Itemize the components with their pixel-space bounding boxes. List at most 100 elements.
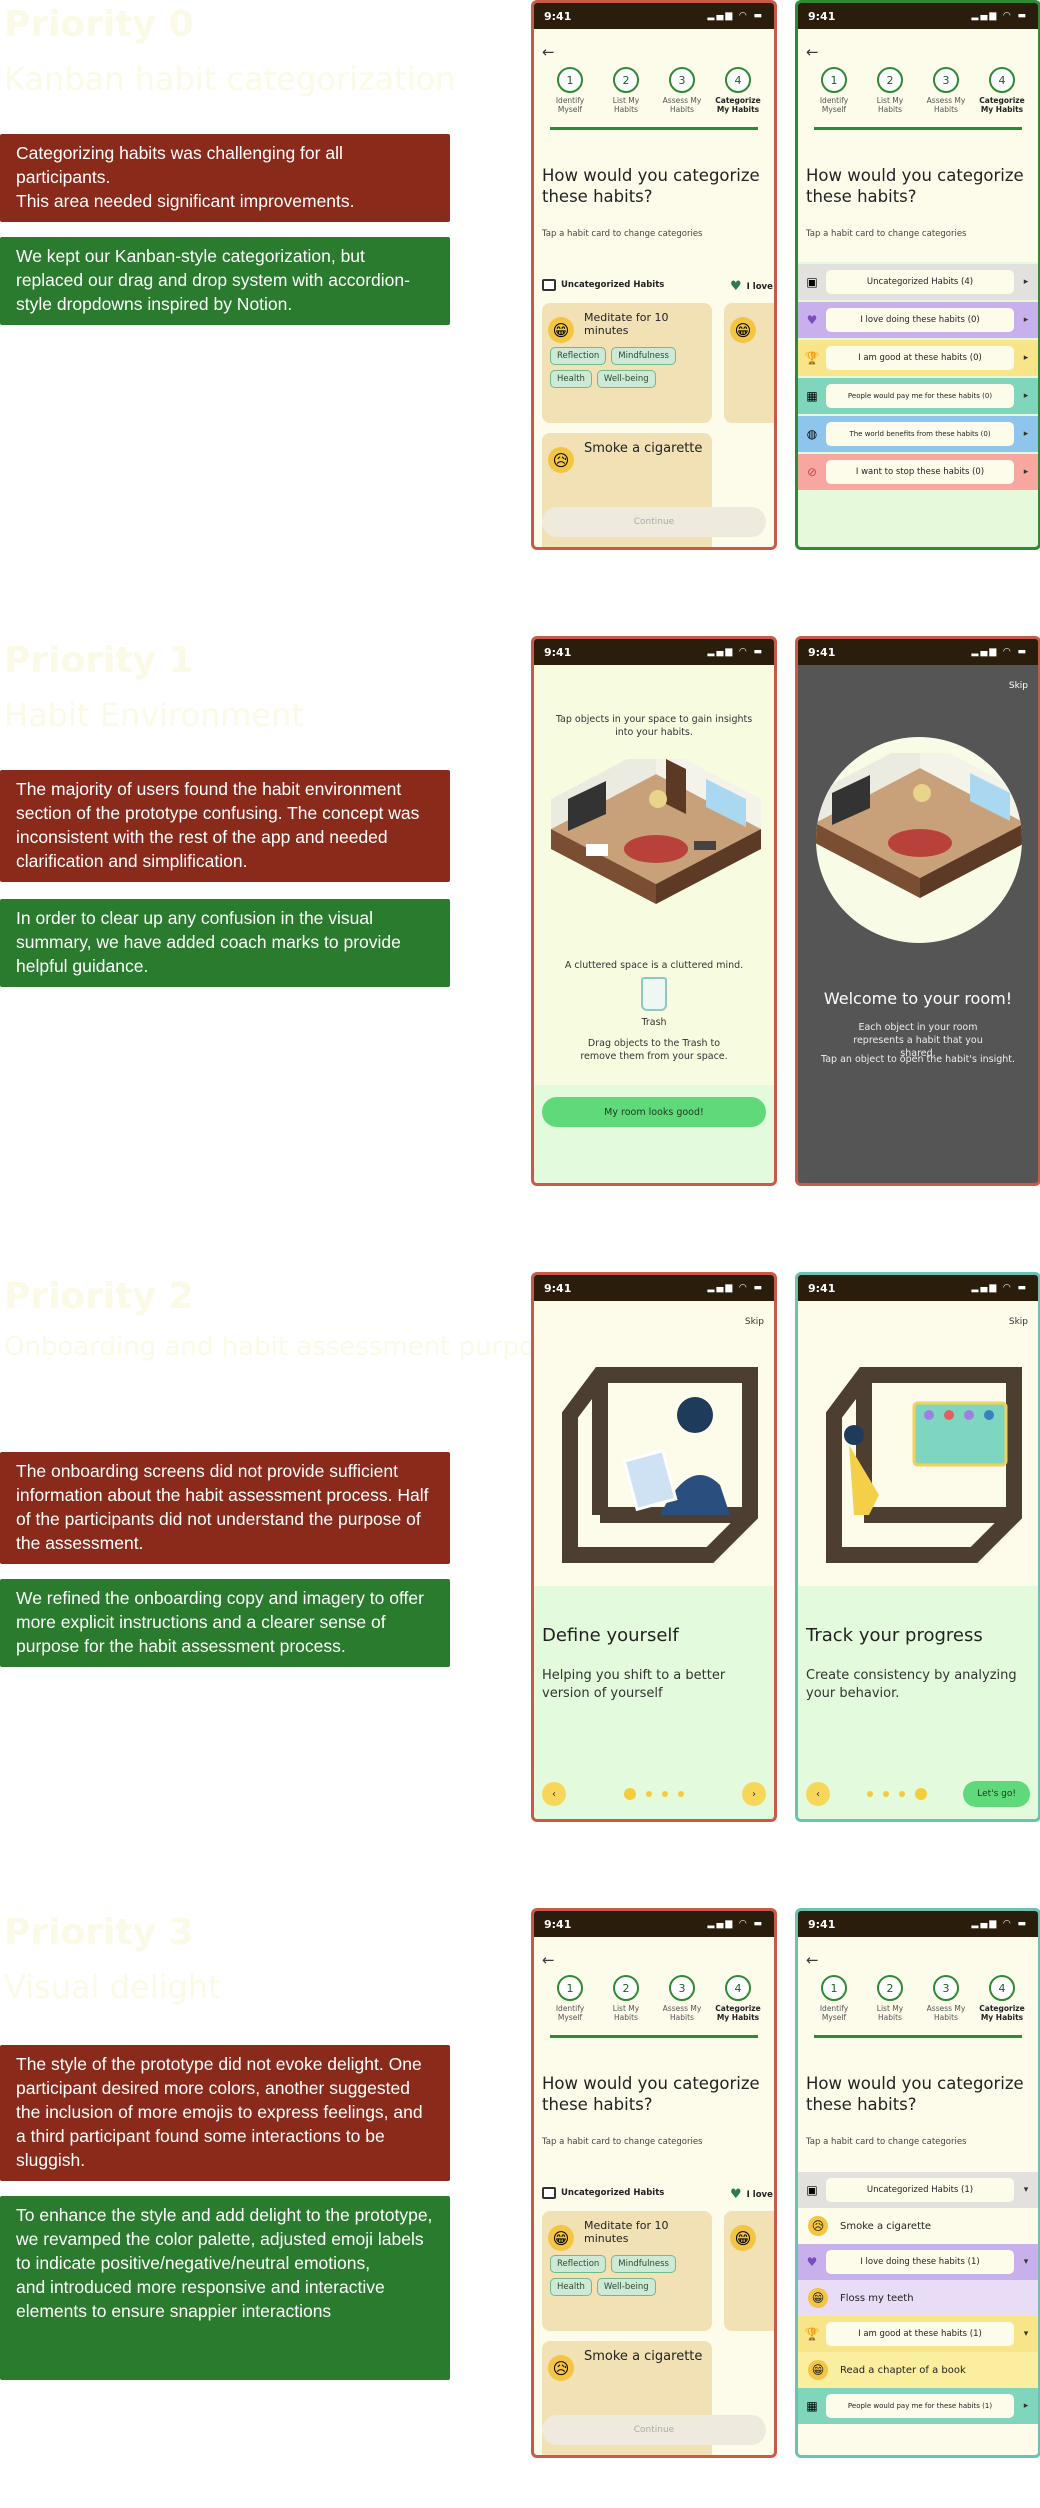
section-priority-3: Priority 3 Visual delight The style of t…: [0, 1908, 1040, 2508]
category-pay[interactable]: ▦ People would pay me for these habits (1…: [798, 2388, 1038, 2424]
problem-card: The onboarding screens did not provide s…: [0, 1452, 450, 1564]
chevron-down-icon: ▾: [1023, 2185, 1029, 2195]
status-icons: ▂▄▆ ◠ ▬: [707, 1919, 764, 1929]
category-love[interactable]: ♥ I love doing these habits (0) ▸: [798, 302, 1038, 338]
problem-card: Categorizing habits was challenging for …: [0, 134, 450, 222]
page-dots: [566, 1788, 742, 1800]
onboarding-illustration-define: [562, 1367, 758, 1563]
step-1[interactable]: 1 Identify Myself: [546, 1975, 594, 2022]
habit-card-meditate[interactable]: 😁 Meditate for 10 minutes Reflection Mind…: [542, 2211, 712, 2331]
status-bar: 9:41 ▂▄▆ ◠ ▬: [534, 3, 774, 29]
trash-icon[interactable]: [641, 977, 667, 1011]
step-4[interactable]: 4 Categorize My Habits: [714, 67, 762, 114]
category-good[interactable]: 🏆 I am good at these habits (0) ▸: [798, 340, 1038, 376]
progress-line: [550, 127, 758, 130]
category-pay[interactable]: ▦ People would pay me for these habits (0…: [798, 378, 1038, 414]
clock: 9:41: [544, 1917, 572, 1931]
category-uncategorized[interactable]: ▣ Uncategorized Habits (1) ▾: [798, 2172, 1038, 2208]
category-uncategorized[interactable]: ▣ Uncategorized Habits (4) ▸: [798, 264, 1038, 300]
habit-card-partial[interactable]: 😁: [724, 303, 774, 423]
skip-button[interactable]: Skip: [1009, 681, 1028, 691]
prev-button[interactable]: ‹: [542, 1782, 566, 1806]
column-uncategorized-header: Uncategorized Habits: [542, 2187, 664, 2199]
box-icon: [542, 279, 556, 291]
column-love-header: ♥ I love: [730, 2187, 773, 2202]
room-illustration[interactable]: [816, 753, 1022, 913]
step-2[interactable]: 2 List My Habits: [602, 1975, 650, 2022]
step-2[interactable]: 2 List My Habits: [866, 1975, 914, 2022]
question-hint: Tap a habit card to change categories: [806, 229, 967, 239]
tag: Reflection: [550, 347, 607, 365]
next-button[interactable]: ›: [742, 1782, 766, 1806]
trophy-icon: 🏆: [804, 2327, 820, 2341]
step-2[interactable]: 2 List My Habits: [866, 67, 914, 114]
skip-button[interactable]: Skip: [745, 1317, 764, 1327]
category-stop[interactable]: ⊘ I want to stop these habits (0) ▸: [798, 454, 1038, 490]
column-uncategorized-header: Uncategorized Habits: [542, 279, 664, 291]
clock: 9:41: [808, 9, 836, 23]
step-4[interactable]: 4 Categorize My Habits: [978, 67, 1026, 114]
phone-before: 9:41 ▂▄▆ ◠ ▬ ← 1 Identify Myself 2 List My …: [531, 1908, 777, 2458]
sad-emoji-icon: 😥: [548, 2355, 574, 2381]
section-subtitle: Habit Environment: [4, 696, 304, 734]
category-world[interactable]: ◍ The world benefits from these habits (0…: [798, 416, 1038, 452]
back-button[interactable]: ←: [806, 1951, 819, 1969]
trophy-icon: 🏆: [804, 351, 820, 365]
step-1[interactable]: 1 Identify Myself: [810, 67, 858, 114]
room-looks-good-button[interactable]: My room looks good!: [542, 1097, 766, 1127]
phone-after: 9:41 ▂▄▆ ◠ ▬ Skip Track your progress Cre…: [795, 1272, 1040, 1822]
box-icon: ▣: [806, 275, 818, 289]
habit-row[interactable]: 😁 Floss my teeth: [798, 2280, 1038, 2316]
back-button[interactable]: ←: [542, 43, 555, 61]
lets-go-button[interactable]: Let's go!: [963, 1781, 1030, 1807]
skip-button[interactable]: Skip: [1009, 1317, 1028, 1327]
continue-button[interactable]: Continue: [542, 2415, 766, 2445]
category-love[interactable]: ♥ I love doing these habits (1) ▾: [798, 2244, 1038, 2280]
step-3[interactable]: 3 Assess My Habits: [922, 67, 970, 114]
back-button[interactable]: ←: [806, 43, 819, 61]
step-1[interactable]: 1 Identify Myself: [810, 1975, 858, 2022]
phone-before: 9:41 ▂▄▆ ◠ ▬ Skip Define yourself Helping…: [531, 1272, 777, 1822]
solution-card: In order to clear up any confusion in th…: [0, 899, 450, 987]
question-hint: Tap a habit card to change categories: [806, 2137, 967, 2147]
step-4[interactable]: 4 Categorize My Habits: [978, 1975, 1026, 2022]
habit-card-meditate[interactable]: 😁 Meditate for 10 minutes Reflection Mind…: [542, 303, 712, 423]
step-2[interactable]: 2 List My Habits: [602, 67, 650, 114]
heart-icon: ♥: [730, 2187, 742, 2202]
back-button[interactable]: ←: [542, 1951, 555, 1969]
chevron-right-icon: ▸: [1023, 2401, 1029, 2411]
tag: Well-being: [596, 370, 656, 388]
grin-emoji-icon: 😁: [808, 2360, 828, 2380]
habit-row[interactable]: 😁 Read a chapter of a book: [798, 2352, 1038, 2388]
tag-list: Reflection Mindfulness Health Well-being: [550, 347, 704, 388]
column-love-header: ♥ I love: [730, 279, 773, 294]
heart-icon: ♥: [730, 279, 742, 294]
sad-emoji-icon: 😥: [808, 2216, 828, 2236]
page-dots: [830, 1788, 963, 1800]
section-priority-2: Priority 2 Onboarding and habit assessme…: [0, 1272, 1040, 1872]
tag: Mindfulness: [611, 2255, 676, 2273]
money-icon: ▦: [806, 2399, 818, 2413]
step-4[interactable]: 4 Categorize My Habits: [714, 1975, 762, 2022]
step-3[interactable]: 3 Assess My Habits: [658, 67, 706, 114]
money-icon: ▦: [806, 389, 818, 403]
section-subtitle: Visual delight: [4, 1968, 221, 2006]
phone-after: 9:41 ▂▄▆ ◠ ▬ ← 1 Identify Myself 2 List My …: [795, 0, 1040, 550]
progress-steps: 1 Identify Myself 2 List My Habits 3 Assess…: [810, 1975, 1026, 2022]
prev-button[interactable]: ‹: [806, 1782, 830, 1806]
heart-icon: ♥: [806, 313, 818, 327]
continue-button[interactable]: Continue: [542, 507, 766, 537]
step-3[interactable]: 3 Assess My Habits: [922, 1975, 970, 2022]
status-icons: ▂▄▆ ◠ ▬: [707, 647, 764, 657]
step-1[interactable]: 1 Identify Myself: [546, 67, 594, 114]
category-good[interactable]: 🏆 I am good at these habits (1) ▾: [798, 2316, 1038, 2352]
sad-emoji-icon: 😥: [548, 447, 574, 473]
section-title: Priority 3: [4, 1912, 194, 1953]
habit-card-partial[interactable]: 😁: [724, 2211, 774, 2331]
step-3[interactable]: 3 Assess My Habits: [658, 1975, 706, 2022]
chevron-right-icon: ▸: [1023, 429, 1029, 439]
room-illustration[interactable]: [546, 759, 766, 919]
habit-row[interactable]: 😥 Smoke a cigarette: [798, 2208, 1038, 2244]
section-subtitle: Onboarding and habit assessment purpose: [4, 1332, 565, 1362]
tag: Health: [550, 370, 592, 388]
